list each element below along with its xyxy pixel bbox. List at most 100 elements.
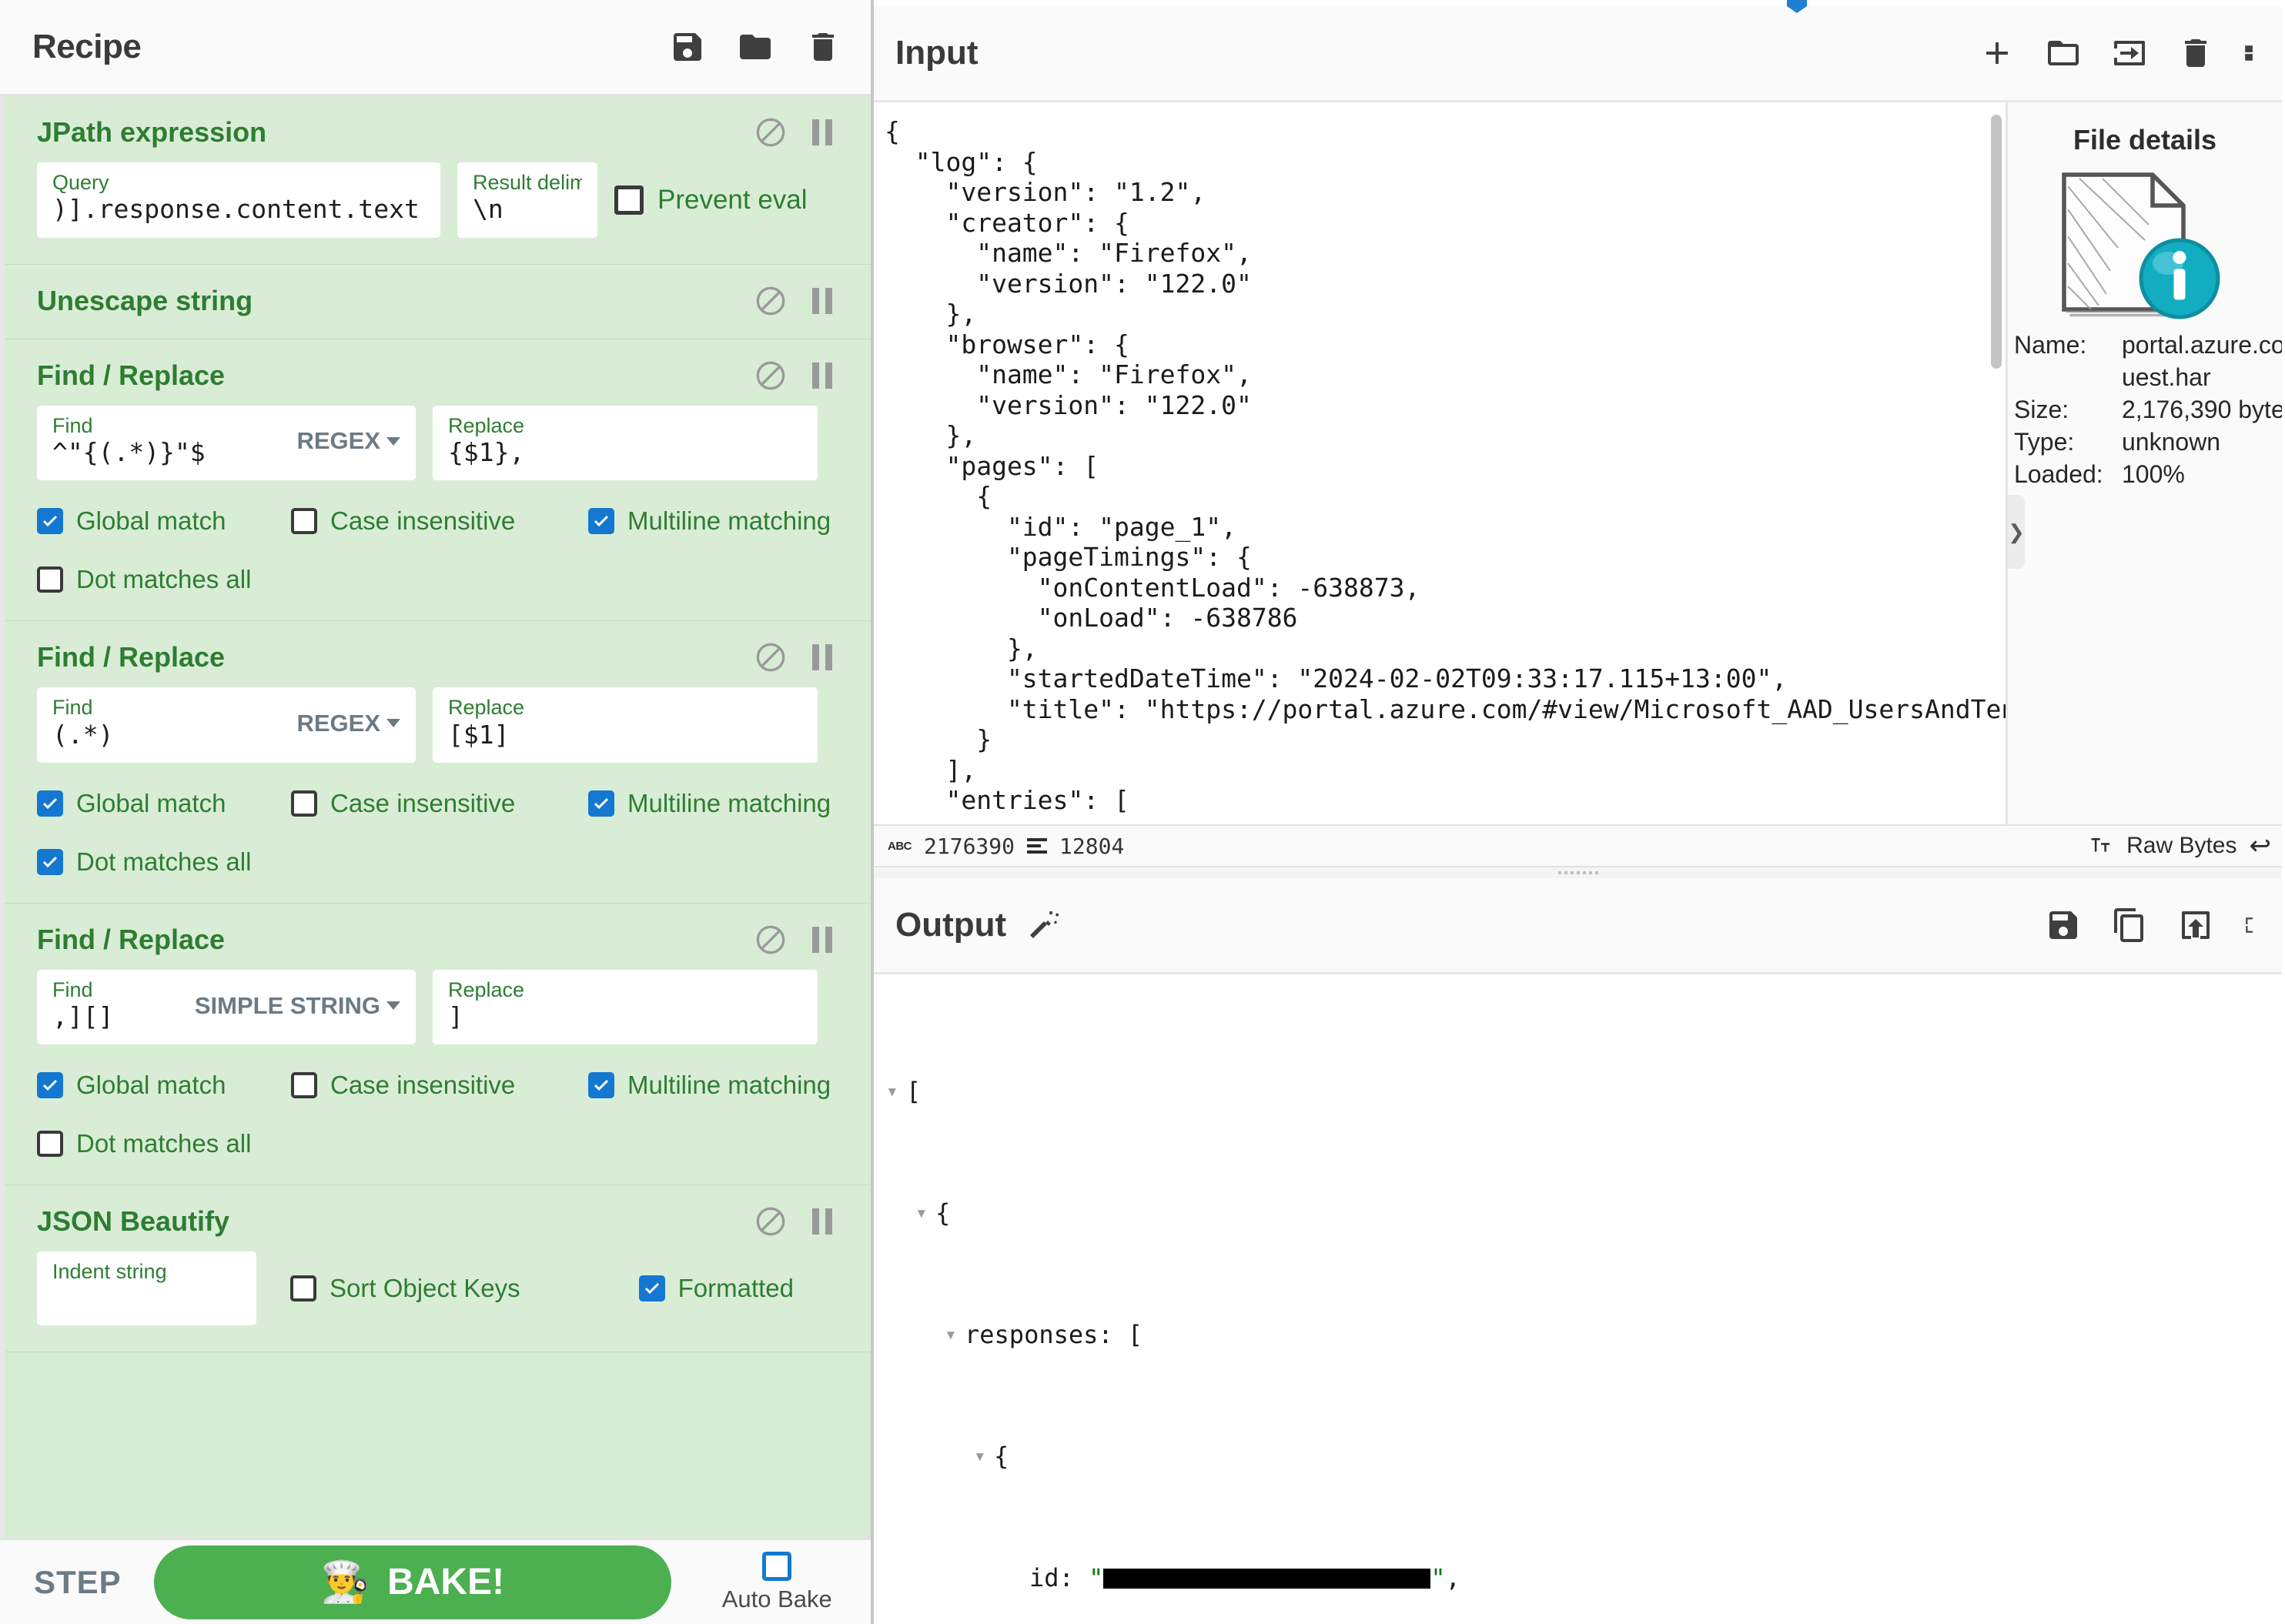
raw-bytes-label[interactable]: Raw Bytes xyxy=(2126,833,2236,859)
find-field[interactable]: Find (.*) REGEX xyxy=(37,687,416,763)
replace-field[interactable]: Replace {$1}, xyxy=(433,405,818,481)
breakpoint-icon[interactable] xyxy=(812,286,838,316)
font-icon[interactable] xyxy=(2088,834,2114,857)
case-insensitive-checkbox[interactable]: Case insensitive xyxy=(291,1071,588,1100)
step-button[interactable]: STEP xyxy=(34,1564,122,1601)
multiline-matching-label: Multiline matching xyxy=(627,1071,831,1100)
global-match-label: Global match xyxy=(76,506,226,536)
query-field[interactable]: Query )].response.content.text xyxy=(37,162,440,238)
recipe-op-unescape-string[interactable]: Unescape string xyxy=(5,264,871,339)
disable-icon[interactable] xyxy=(755,286,786,316)
breakpoint-icon[interactable] xyxy=(812,117,838,148)
dot-matches-all-checkbox[interactable]: Dot matches all xyxy=(37,565,291,594)
output-body[interactable]: ▾ [ ▾ { ▾ responses: [ ▾ {id: " " , xyxy=(874,974,2282,1624)
op-controls xyxy=(755,1206,838,1237)
json-value: " " xyxy=(1089,1562,1446,1592)
collapse-arrow-icon[interactable]: ▾ xyxy=(974,1442,994,1472)
find-replace-flags-row-2b: Dot matches all xyxy=(5,818,871,903)
input-lines-value: 12804 xyxy=(1059,833,1125,859)
multiline-matching-checkbox[interactable]: Multiline matching xyxy=(588,1071,831,1100)
json-text: [ xyxy=(906,1076,922,1106)
trash-icon[interactable] xyxy=(805,28,841,65)
recipe-op-jpath-expression[interactable]: JPath expression Query )].response.conte… xyxy=(5,96,871,265)
folder-icon[interactable] xyxy=(737,28,774,65)
find-type-select[interactable]: REGEX xyxy=(286,710,400,737)
replace-field[interactable]: Replace [$1] xyxy=(433,687,818,763)
dot-matches-all-label: Dot matches all xyxy=(76,847,252,876)
json-node[interactable]: ▾ [ xyxy=(886,1077,2282,1108)
replace-input-icon[interactable] xyxy=(2177,907,2214,944)
breakpoint-icon[interactable] xyxy=(812,924,838,955)
save-icon[interactable] xyxy=(2045,907,2082,944)
breakpoint-icon[interactable] xyxy=(812,1206,838,1237)
case-insensitive-checkbox[interactable]: Case insensitive xyxy=(291,506,588,536)
find-field[interactable]: Find ,][] SIMPLE STRING xyxy=(37,969,416,1045)
bake-button[interactable]: 👨‍🍳 BAKE! xyxy=(153,1545,671,1619)
op-title: Find / Replace xyxy=(37,923,226,955)
open-folder-icon[interactable] xyxy=(2045,35,2082,72)
prevent-eval-checkbox[interactable]: Prevent eval xyxy=(614,185,808,216)
replace-label: Replace xyxy=(448,414,525,436)
case-insensitive-checkbox[interactable]: Case insensitive xyxy=(291,789,588,818)
multiline-matching-checkbox[interactable]: Multiline matching xyxy=(588,506,831,536)
output-json-tree[interactable]: ▾ [ ▾ { ▾ responses: [ ▾ {id: " " , xyxy=(886,985,2282,1624)
global-match-checkbox[interactable]: Global match xyxy=(37,1071,291,1100)
find-type-select[interactable]: SIMPLE STRING xyxy=(184,992,400,1020)
recipe-op-find-replace-3[interactable]: Find / Replace Find ,][] SIMPLE STRING R… xyxy=(5,903,871,1186)
recipe-op-find-replace-1[interactable]: Find / Replace Find ^"{(.*)}"$ REGEX Rep… xyxy=(5,339,871,622)
formatted-checkbox[interactable]: Formatted xyxy=(638,1274,794,1303)
clear-icon[interactable] xyxy=(2177,35,2214,72)
grid-icon[interactable] xyxy=(2243,35,2263,72)
json-node[interactable]: ▾ { xyxy=(886,1198,2282,1229)
sort-object-keys-checkbox[interactable]: Sort Object Keys xyxy=(290,1274,520,1303)
copy-icon[interactable] xyxy=(2111,907,2148,944)
auto-bake-checkbox[interactable]: Auto Bake xyxy=(722,1551,832,1613)
replace-field[interactable]: Replace ] xyxy=(433,969,818,1045)
json-node[interactable]: ▾ responses: [ xyxy=(886,1320,2282,1351)
find-field[interactable]: Find ^"{(.*)}"$ REGEX xyxy=(37,405,416,481)
disable-icon[interactable] xyxy=(755,642,786,673)
add-tab-icon[interactable] xyxy=(1979,35,2016,72)
global-match-checkbox[interactable]: Global match xyxy=(37,506,291,536)
find-type-select[interactable]: REGEX xyxy=(286,427,400,455)
open-as-input-icon[interactable] xyxy=(2111,35,2148,72)
op-title: Unescape string xyxy=(37,284,253,316)
breakpoint-icon[interactable] xyxy=(812,360,838,391)
io-splitter[interactable] xyxy=(874,867,2282,878)
result-delimiter-field[interactable]: Result delimit... \n xyxy=(457,162,597,238)
collapse-arrow-icon[interactable]: ▾ xyxy=(886,1077,906,1108)
disable-icon[interactable] xyxy=(755,1206,786,1237)
dot-matches-all-checkbox[interactable]: Dot matches all xyxy=(37,847,291,877)
multiline-matching-checkbox[interactable]: Multiline matching xyxy=(588,789,831,818)
json-node[interactable]: ▾ { xyxy=(886,1442,2282,1472)
json-text: [ xyxy=(1127,1319,1143,1349)
breakpoint-icon[interactable] xyxy=(812,642,838,673)
json-sep: , xyxy=(1445,1562,1460,1592)
save-icon[interactable] xyxy=(669,28,706,65)
input-text[interactable]: { "log": { "version": "1.2", "creator": … xyxy=(874,102,2006,816)
recipe-operation-list[interactable]: JPath expression Query )].response.conte… xyxy=(0,96,871,1538)
op-header: Find / Replace xyxy=(5,621,871,681)
input-editor[interactable]: { "log": { "version": "1.2", "creator": … xyxy=(874,102,2008,824)
file-info-icon xyxy=(2062,172,2220,319)
disable-icon[interactable] xyxy=(755,360,786,391)
file-detail-row: Type: unknown xyxy=(2014,426,2282,458)
indent-string-field[interactable]: Indent string xyxy=(37,1251,256,1326)
query-label: Query xyxy=(52,172,109,194)
op-title: JSON Beautify xyxy=(37,1205,230,1238)
collapse-arrow-icon[interactable]: ▾ xyxy=(915,1198,935,1229)
collapse-file-details-handle[interactable]: ❯ xyxy=(2008,495,2025,569)
cyberchef-app: Recipe JPath expression Query)].respons… xyxy=(0,0,2285,1624)
dot-matches-all-checkbox[interactable]: Dot matches all xyxy=(37,1129,291,1158)
recipe-op-find-replace-2[interactable]: Find / Replace Find (.*) REGEX Replace [… xyxy=(5,621,871,904)
disable-icon[interactable] xyxy=(755,924,786,955)
collapse-arrow-icon[interactable]: ▾ xyxy=(945,1320,965,1351)
file-detail-row: Loaded: 100% xyxy=(2014,458,2282,490)
magic-wand-icon[interactable] xyxy=(1026,907,1063,944)
input-scrollbar[interactable] xyxy=(1991,115,2002,369)
wrap-lines-icon[interactable]: ↩ xyxy=(2250,830,2272,861)
maximise-icon[interactable] xyxy=(2243,907,2263,944)
disable-icon[interactable] xyxy=(755,117,786,148)
recipe-op-json-beautify[interactable]: JSON Beautify Indent string Sort Object … xyxy=(5,1185,871,1353)
global-match-checkbox[interactable]: Global match xyxy=(37,789,291,818)
